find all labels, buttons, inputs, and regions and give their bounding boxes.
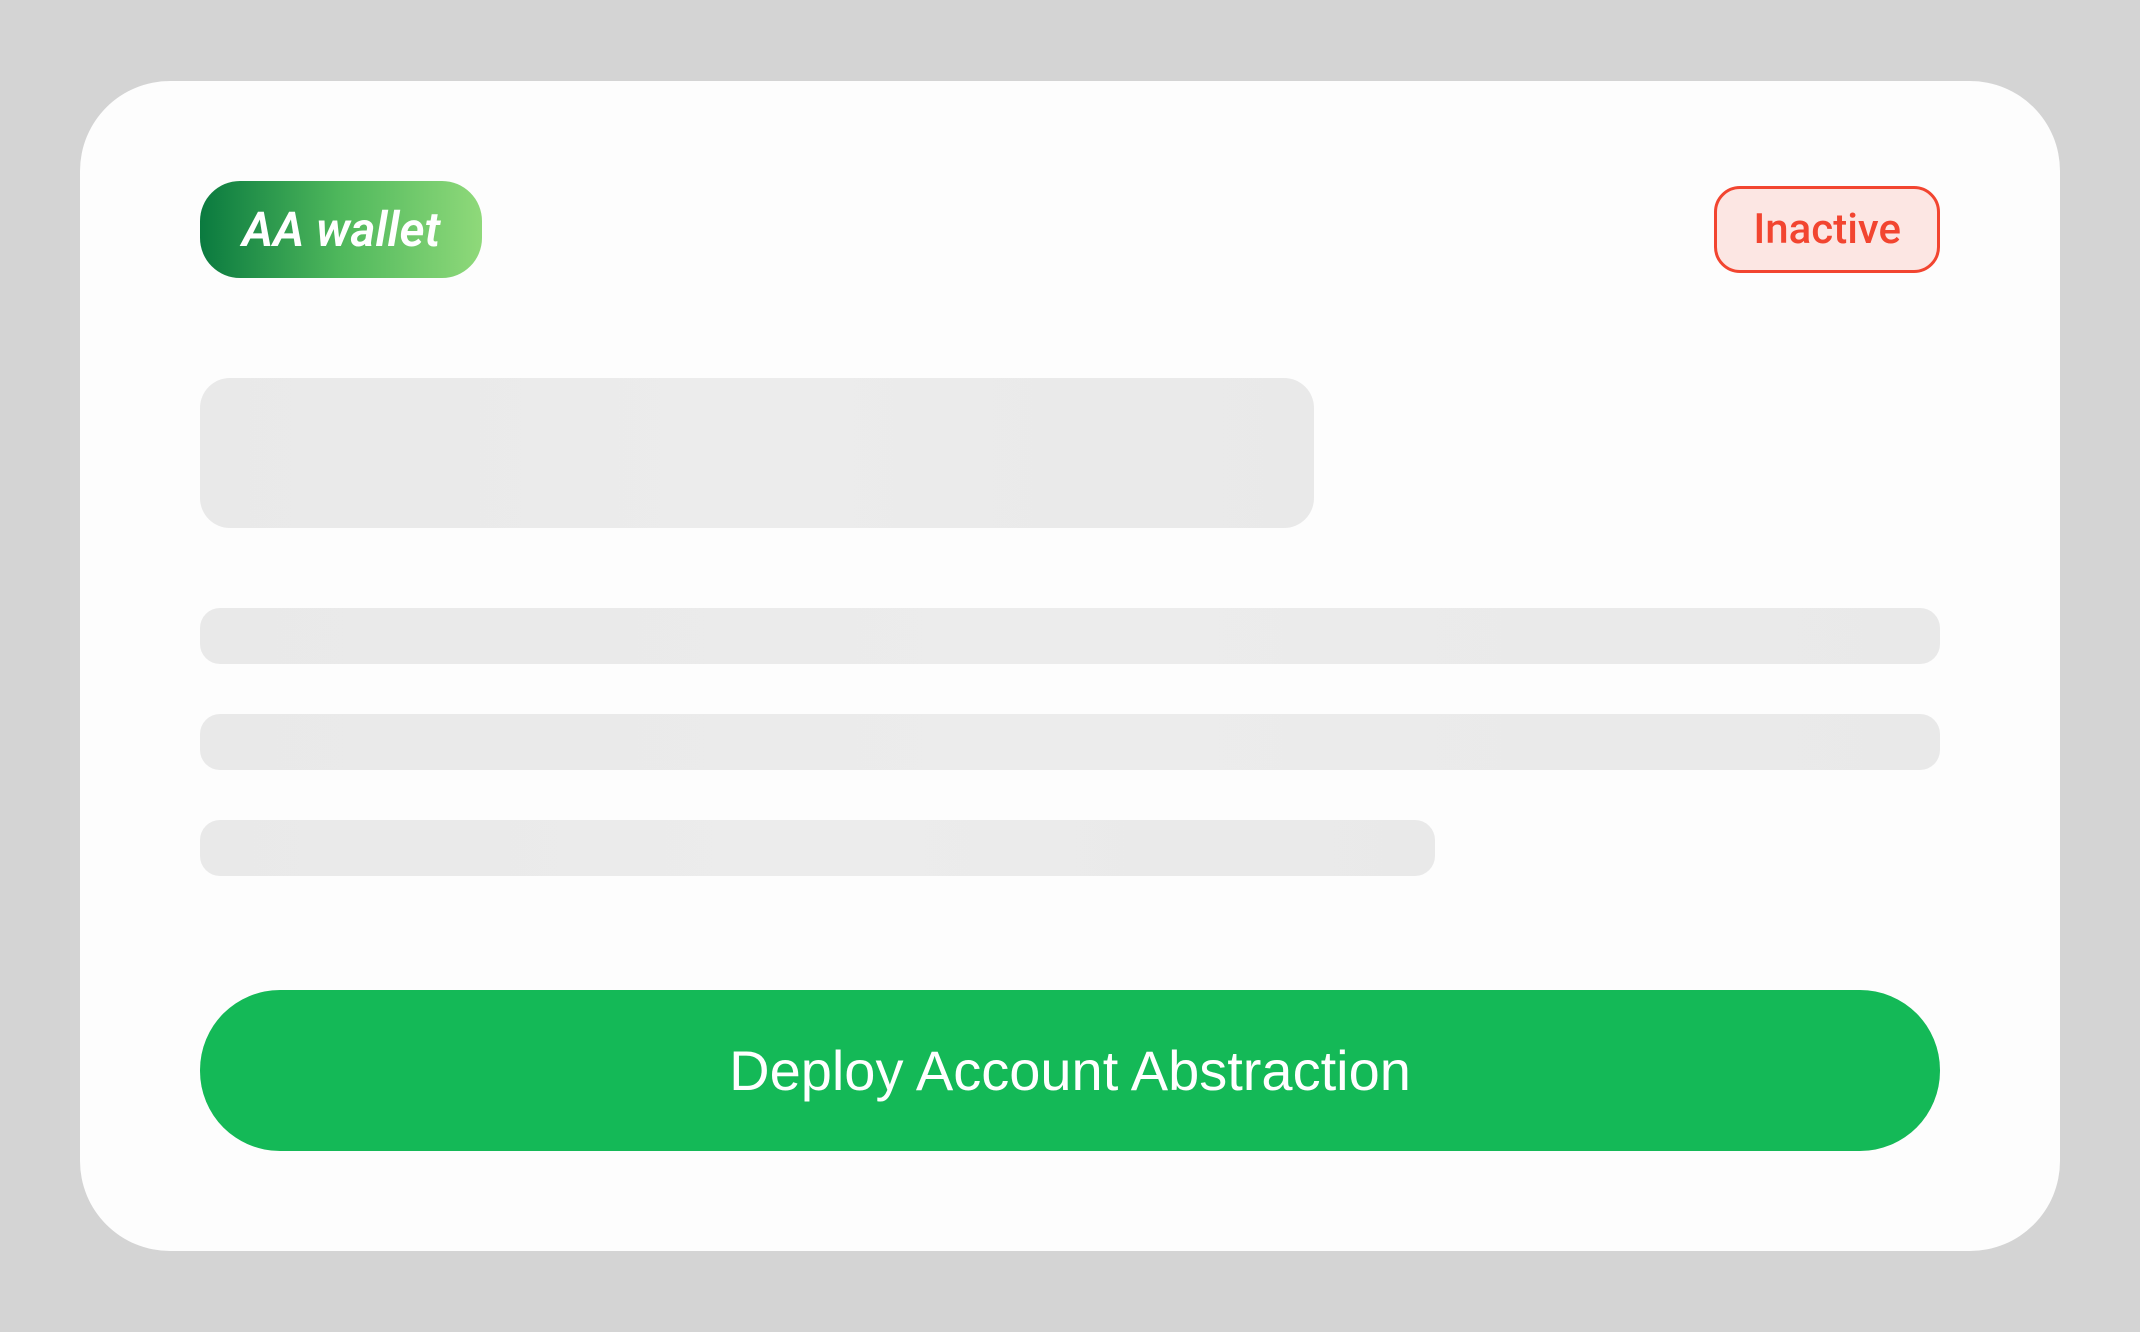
wallet-badge: AA wallet <box>200 181 482 278</box>
skeleton-line-placeholder <box>200 608 1940 664</box>
status-badge: Inactive <box>1714 186 1940 273</box>
deploy-button[interactable]: Deploy Account Abstraction <box>200 990 1940 1151</box>
content-placeholder-area <box>200 378 1940 890</box>
card-header: AA wallet Inactive <box>200 181 1940 278</box>
skeleton-title-placeholder <box>200 378 1314 528</box>
wallet-card: AA wallet Inactive Deploy Account Abstra… <box>80 81 2060 1251</box>
skeleton-line-placeholder <box>200 820 1435 876</box>
skeleton-line-placeholder <box>200 714 1940 770</box>
